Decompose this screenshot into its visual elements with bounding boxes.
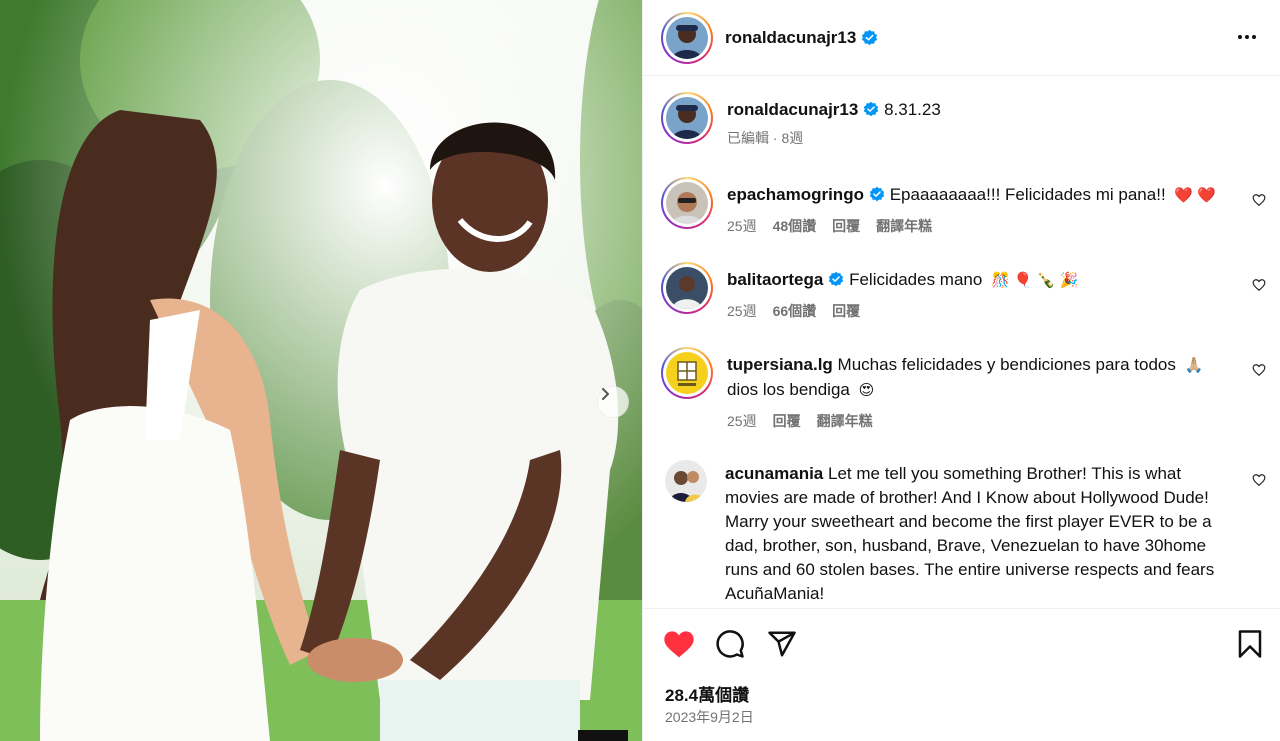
comment-item: tupersiana.lg Muchas felicidades y bendi…	[661, 347, 1280, 431]
comment-time[interactable]: 25週	[727, 301, 757, 321]
comment-item: acunamania Let me tell you something Bro…	[661, 460, 1280, 606]
comment-time[interactable]: 25週	[727, 216, 757, 236]
comment-username[interactable]: balitaortega	[727, 270, 823, 289]
heart-icon[interactable]	[663, 629, 695, 659]
author-username[interactable]: ronaldacunajr13	[725, 28, 856, 48]
comment-like-heart-icon[interactable]	[1252, 473, 1266, 487]
comment-username[interactable]: epachamogringo	[727, 185, 864, 204]
comment-avatar-image	[666, 352, 708, 394]
caption-avatar-image	[666, 97, 708, 139]
reply-button[interactable]: 回覆	[832, 301, 860, 321]
verified-badge-icon	[864, 101, 879, 117]
comment-username[interactable]: tupersiana.lg	[727, 355, 833, 374]
next-photo-button[interactable]	[597, 386, 629, 418]
comment-text: Muchas felicidades y bendiciones para to…	[837, 355, 1176, 374]
caption-meta: 已編輯 · 8週	[727, 130, 804, 146]
comment-username[interactable]: acunamania	[725, 464, 823, 483]
wedding-photo-illustration	[0, 0, 642, 741]
share-icon[interactable]	[767, 629, 797, 659]
translate-button[interactable]: 翻譯年糕	[876, 216, 932, 236]
author-avatar-image	[666, 16, 708, 59]
post-photo[interactable]	[0, 0, 642, 741]
comment-like-heart-icon[interactable]	[1252, 363, 1266, 377]
verified-badge-icon	[862, 29, 878, 46]
comment-emoji: 🎊 🎈 🍾 🎉	[991, 272, 1079, 289]
caption-avatar[interactable]	[661, 92, 713, 144]
comment-avatar-image	[666, 182, 708, 224]
instagram-post-dialog: ronaldacunajr13 ronaldacunajr13 8.31.23 …	[0, 0, 1280, 741]
comment-avatar[interactable]	[661, 262, 713, 314]
like-count[interactable]: 28.4萬個讚	[665, 681, 749, 706]
comment-like-heart-icon[interactable]	[1252, 193, 1266, 207]
comment-text-line2: dios los bendiga	[727, 380, 850, 399]
comment-like-heart-icon[interactable]	[1252, 278, 1266, 292]
post-actions: 28.4萬個讚 2023年9月2日	[643, 608, 1280, 741]
comment-time[interactable]: 25週	[727, 411, 757, 431]
comment-item: epachamogringo Epaaaaaaaa!!! Felicidades…	[661, 177, 1280, 236]
author-avatar[interactable]	[661, 11, 713, 64]
more-options-icon[interactable]	[1236, 26, 1258, 48]
post-sidebar: ronaldacunajr13 ronaldacunajr13 8.31.23 …	[642, 0, 1280, 741]
comment-avatar-image	[666, 267, 708, 309]
comment-emoji-2: 😍	[858, 382, 875, 399]
post-caption: ronaldacunajr13 8.31.23 已編輯 · 8週	[661, 92, 1280, 148]
comment-text: Epaaaaaaaa!!! Felicidades mi pana!!	[889, 185, 1166, 204]
comment-likes[interactable]: 66個讚	[773, 301, 817, 321]
verified-badge-icon	[829, 271, 844, 287]
translate-button[interactable]: 翻譯年糕	[817, 411, 873, 431]
chevron-right-icon	[602, 388, 609, 400]
comment-avatar[interactable]	[661, 347, 713, 399]
photo-watermark	[578, 730, 628, 741]
comment-avatar[interactable]	[661, 177, 713, 229]
reply-button[interactable]: 回覆	[832, 216, 860, 236]
post-date[interactable]: 2023年9月2日	[665, 707, 754, 727]
comments-list[interactable]: ronaldacunajr13 8.31.23 已編輯 · 8週 epacham…	[643, 76, 1280, 608]
caption-text: 8.31.23	[884, 100, 941, 119]
comment-icon[interactable]	[715, 629, 745, 659]
comment-text: Let me tell you something Brother! This …	[725, 464, 1215, 603]
comment-likes[interactable]: 48個讚	[773, 216, 817, 236]
comment-text: Felicidades mano	[849, 270, 983, 289]
comment-emoji: 🙏🏼	[1184, 357, 1204, 374]
bookmark-icon[interactable]	[1237, 629, 1263, 659]
comment-emoji: ❤️ ❤️	[1174, 187, 1216, 204]
comment-item: balitaortega Felicidades mano 🎊 🎈 🍾 🎉 25…	[661, 262, 1280, 321]
reply-button[interactable]: 回覆	[773, 411, 801, 431]
post-header: ronaldacunajr13	[643, 0, 1280, 76]
comment-avatar[interactable]	[665, 460, 707, 502]
verified-badge-icon	[869, 186, 885, 202]
caption-username[interactable]: ronaldacunajr13	[727, 100, 858, 119]
